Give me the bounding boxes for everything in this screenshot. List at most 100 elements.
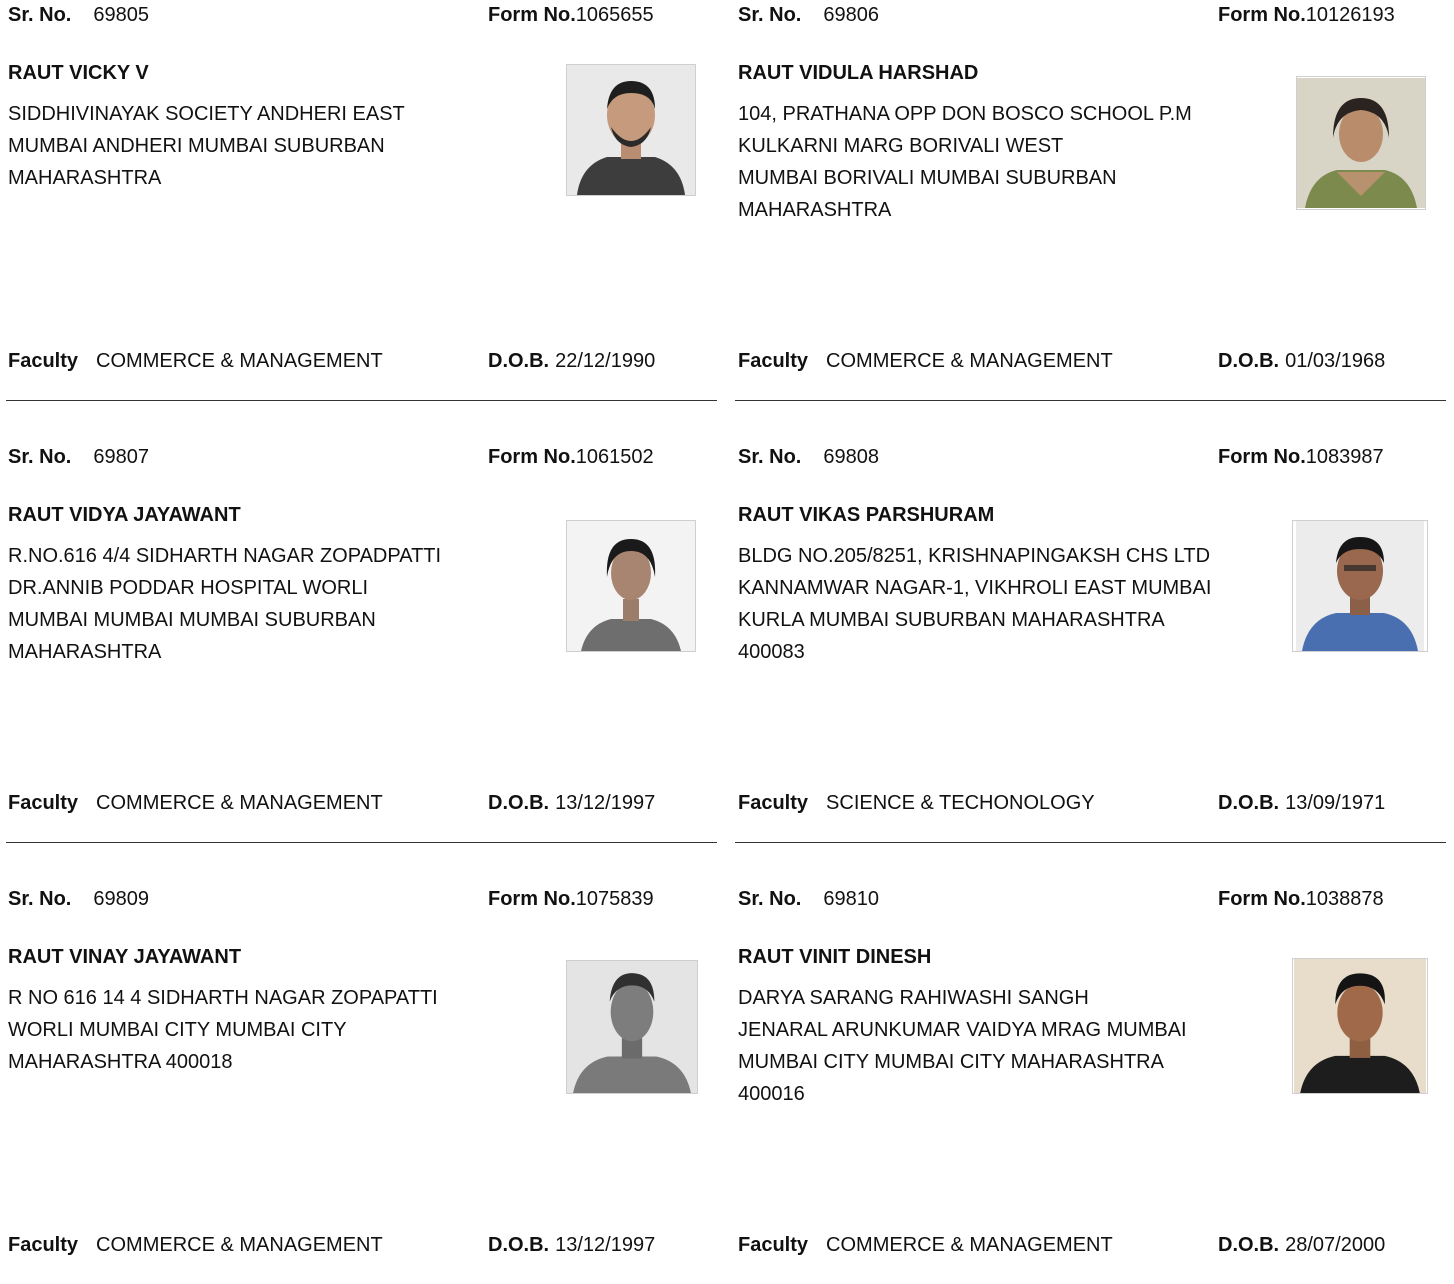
applicant-photo bbox=[566, 520, 696, 652]
form-no-value: 1038878 bbox=[1305, 888, 1384, 910]
sr-no-value: 69806 bbox=[823, 4, 879, 26]
form-no: Form No.1061502 bbox=[488, 446, 654, 469]
dob: D.O.B. 28/07/2000 bbox=[1218, 1234, 1385, 1257]
applicant-photo bbox=[566, 960, 698, 1094]
form-no-label: Form No. bbox=[1218, 446, 1306, 468]
form-no-label: Form No. bbox=[488, 888, 576, 910]
dob-value: 13/09/1971 bbox=[1285, 792, 1386, 814]
dob: D.O.B. 13/12/1997 bbox=[488, 1234, 655, 1257]
form-no: Form No.1038878 bbox=[1218, 888, 1384, 911]
record-card: Sr. No. 69809 Form No.1075839 RAUT VINAY … bbox=[8, 884, 718, 1284]
faculty: Faculty SCIENCE & TECHONOLOGY bbox=[738, 792, 1095, 815]
form-no-value: 1083987 bbox=[1305, 446, 1384, 468]
form-no-value: 10126193 bbox=[1305, 4, 1395, 26]
applicant-address: SIDDHIVINAYAK SOCIETY ANDHERI EAST MUMBA… bbox=[8, 103, 405, 189]
faculty-value: COMMERCE & MANAGEMENT bbox=[96, 1234, 383, 1256]
applicant-photo bbox=[1296, 76, 1426, 210]
dob-value: 13/12/1997 bbox=[555, 1234, 656, 1256]
sr-no-label: Sr. No. bbox=[738, 446, 802, 468]
sr-no: Sr. No. 69807 bbox=[8, 446, 149, 469]
faculty-label: Faculty bbox=[8, 1234, 79, 1256]
sr-no-label: Sr. No. bbox=[8, 888, 72, 910]
sr-no: Sr. No. 69808 bbox=[738, 446, 879, 469]
sr-no: Sr. No. 69806 bbox=[738, 4, 879, 27]
sr-no: Sr. No. 69809 bbox=[8, 888, 149, 911]
faculty: Faculty COMMERCE & MANAGEMENT bbox=[8, 350, 383, 373]
dob-label: D.O.B. bbox=[1218, 350, 1280, 372]
faculty-value: COMMERCE & MANAGEMENT bbox=[826, 1234, 1113, 1256]
dob-value: 01/03/1968 bbox=[1285, 350, 1386, 372]
faculty: Faculty COMMERCE & MANAGEMENT bbox=[738, 1234, 1113, 1257]
faculty-value: COMMERCE & MANAGEMENT bbox=[96, 792, 383, 814]
dob-value: 28/07/2000 bbox=[1285, 1234, 1386, 1256]
sr-no-label: Sr. No. bbox=[8, 4, 72, 26]
record-card: Sr. No. 69810 Form No.1038878 RAUT VINIT … bbox=[738, 884, 1448, 1284]
applicant-name: RAUT VINIT DINESH bbox=[738, 946, 932, 968]
applicant-address: R NO 616 14 4 SIDHARTH NAGAR ZOPAPATTI W… bbox=[8, 987, 438, 1073]
applicant-name: RAUT VICKY V bbox=[8, 62, 149, 84]
divider bbox=[735, 400, 1446, 401]
record-card: Sr. No. 69805 Form No.1065655 RAUT VICKY … bbox=[8, 0, 718, 400]
person-photo-icon bbox=[567, 961, 697, 1093]
applicant-name: RAUT VINAY JAYAWANT bbox=[8, 946, 242, 968]
form-no: Form No.1083987 bbox=[1218, 446, 1384, 469]
sr-no-value: 69809 bbox=[93, 888, 149, 910]
person-photo-icon bbox=[1294, 959, 1426, 1093]
applicant-name: RAUT VIDYA JAYAWANT bbox=[8, 504, 241, 526]
sr-no-value: 69807 bbox=[93, 446, 149, 468]
dob: D.O.B. 13/09/1971 bbox=[1218, 792, 1385, 815]
sr-no-label: Sr. No. bbox=[738, 4, 802, 26]
record-card: Sr. No. 69806 Form No.10126193 RAUT VIDUL… bbox=[738, 0, 1448, 400]
form-no-value: 1065655 bbox=[575, 4, 654, 26]
faculty-label: Faculty bbox=[738, 350, 809, 372]
sr-no-value: 69810 bbox=[823, 888, 879, 910]
form-no-value: 1061502 bbox=[575, 446, 654, 468]
sr-no: Sr. No. 69805 bbox=[8, 4, 149, 27]
dob-label: D.O.B. bbox=[488, 1234, 550, 1256]
record-card: Sr. No. 69807 Form No.1061502 RAUT VIDYA … bbox=[8, 442, 718, 842]
form-no-label: Form No. bbox=[1218, 4, 1306, 26]
faculty: Faculty COMMERCE & MANAGEMENT bbox=[8, 792, 383, 815]
form-no-label: Form No. bbox=[1218, 888, 1306, 910]
applicant-name: RAUT VIDULA HARSHAD bbox=[738, 62, 979, 84]
form-no-value: 1075839 bbox=[575, 888, 654, 910]
dob: D.O.B. 22/12/1990 bbox=[488, 350, 655, 373]
dob-label: D.O.B. bbox=[1218, 792, 1280, 814]
faculty-value: SCIENCE & TECHONOLOGY bbox=[826, 792, 1095, 814]
dob-value: 13/12/1997 bbox=[555, 792, 656, 814]
person-photo-icon bbox=[567, 521, 695, 651]
divider bbox=[6, 400, 717, 401]
applicant-photo bbox=[1292, 958, 1428, 1094]
applicant-address: BLDG NO.205/8251, KRISHNAPINGAKSH CHS LT… bbox=[738, 545, 1212, 663]
sr-no-value: 69805 bbox=[93, 4, 149, 26]
dob: D.O.B. 13/12/1997 bbox=[488, 792, 655, 815]
divider bbox=[735, 842, 1446, 843]
record-card: Sr. No. 69808 Form No.1083987 RAUT VIKAS … bbox=[738, 442, 1448, 842]
applicant-address: DARYA SARANG RAHIWASHI SANGH JENARAL ARU… bbox=[738, 987, 1187, 1105]
sr-no-value: 69808 bbox=[823, 446, 879, 468]
applicant-address: R.NO.616 4/4 SIDHARTH NAGAR ZOPADPATTI D… bbox=[8, 545, 442, 663]
divider bbox=[6, 842, 717, 843]
applicant-photo bbox=[566, 64, 696, 196]
form-no: Form No.1065655 bbox=[488, 4, 654, 27]
faculty-value: COMMERCE & MANAGEMENT bbox=[826, 350, 1113, 372]
person-photo-icon bbox=[1296, 521, 1424, 651]
person-photo-icon bbox=[1297, 78, 1425, 208]
sr-no: Sr. No. 69810 bbox=[738, 888, 879, 911]
dob-label: D.O.B. bbox=[1218, 1234, 1280, 1256]
applicant-address: 104, PRATHANA OPP DON BOSCO SCHOOL P.M K… bbox=[738, 103, 1192, 221]
dob-value: 22/12/1990 bbox=[555, 350, 656, 372]
applicant-photo bbox=[1292, 520, 1428, 652]
dob-label: D.O.B. bbox=[488, 350, 550, 372]
faculty: Faculty COMMERCE & MANAGEMENT bbox=[8, 1234, 383, 1257]
sr-no-label: Sr. No. bbox=[738, 888, 802, 910]
dob: D.O.B. 01/03/1968 bbox=[1218, 350, 1385, 373]
form-no: Form No.1075839 bbox=[488, 888, 654, 911]
faculty-label: Faculty bbox=[738, 1234, 809, 1256]
person-photo-icon bbox=[567, 65, 695, 195]
sr-no-label: Sr. No. bbox=[8, 446, 72, 468]
faculty-label: Faculty bbox=[8, 792, 79, 814]
dob-label: D.O.B. bbox=[488, 792, 550, 814]
faculty-label: Faculty bbox=[738, 792, 809, 814]
form-no-label: Form No. bbox=[488, 446, 576, 468]
